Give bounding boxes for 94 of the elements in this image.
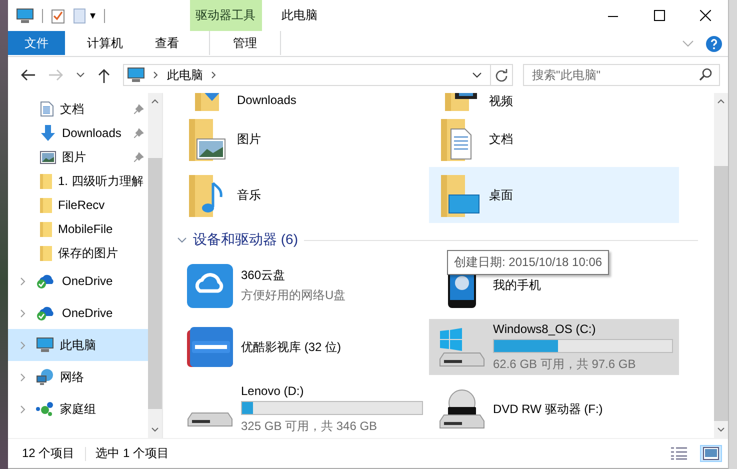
chevron-right-icon xyxy=(20,276,26,286)
app-item[interactable]: 优酷影视库 (32 位) xyxy=(177,319,429,375)
ribbon-tab[interactable]: 查看 xyxy=(137,31,197,55)
list-icon xyxy=(671,447,687,460)
large-icons-view-button[interactable] xyxy=(700,445,722,462)
maximize-icon xyxy=(654,10,664,21)
folder-icon xyxy=(40,197,52,213)
scrollbar[interactable] xyxy=(714,93,728,438)
file-menu-button[interactable]: 文件 xyxy=(8,31,65,55)
folder-item[interactable]: 图片 xyxy=(177,111,429,167)
folder-item[interactable]: 文档 xyxy=(429,111,679,167)
item-count: 12 个项目 xyxy=(22,445,75,462)
item-name: Windows8_OS (C:) xyxy=(493,322,597,336)
document-icon xyxy=(40,101,54,117)
drive-item[interactable]: Lenovo (D:) 325 GB 可用，共 346 GB xyxy=(177,381,429,437)
selection-count: 选中 1 个项目 xyxy=(96,445,170,462)
search-field[interactable]: 搜索"此电脑" xyxy=(523,64,720,86)
item-name: 我的手机 xyxy=(493,276,542,294)
checklist-icon[interactable] xyxy=(51,8,65,24)
hard-drive-icon xyxy=(186,411,234,427)
cloud-check-icon xyxy=(36,273,56,289)
item-name: 360云盘 xyxy=(241,266,286,284)
ribbon-tab[interactable]: 计算机 xyxy=(75,31,135,55)
tooltip: 创建日期: 2015/10/18 10:06 xyxy=(447,250,610,275)
chevron-up-icon xyxy=(717,99,725,104)
breadcrumb[interactable]: 此电脑 xyxy=(167,66,203,84)
navigation-item[interactable]: 保存的图片 xyxy=(8,241,148,265)
navigation-item[interactable]: 网络 xyxy=(8,361,148,393)
group-heading[interactable]: 设备和驱动器 (6) xyxy=(193,231,298,249)
cloud-check-icon xyxy=(36,305,56,321)
chevron-icon[interactable] xyxy=(472,72,482,78)
navigation-item[interactable]: 图片 xyxy=(8,145,148,169)
item-name: DVD RW 驱动器 (F:) xyxy=(493,400,604,418)
close-icon xyxy=(700,10,710,21)
download-arrow-icon xyxy=(40,125,56,141)
app-item[interactable]: 360云盘 方便好用的网络U盘 xyxy=(177,257,429,313)
search-icon xyxy=(699,68,712,81)
item-description: 方便好用的网络U盘 xyxy=(241,286,347,304)
free-space-text: 62.6 GB 可用，共 97.6 GB xyxy=(493,356,637,372)
navigation-item[interactable]: 1. 四级听力理解 xyxy=(8,169,148,193)
computer-icon xyxy=(127,67,145,83)
navigation-item[interactable]: Downloads xyxy=(8,121,148,145)
chevron-right-icon xyxy=(20,404,26,414)
chevron-down-icon xyxy=(717,427,725,432)
navigation-item[interactable]: 文档 xyxy=(8,97,148,121)
chevron-right-icon xyxy=(20,340,26,350)
back-arrow-icon[interactable] xyxy=(20,68,36,82)
item-name: 优酷影视库 (32 位) xyxy=(241,338,342,356)
scrollbar[interactable] xyxy=(148,93,162,438)
navigation-item[interactable]: OneDrive xyxy=(8,265,148,297)
navigation-item[interactable]: 此电脑 xyxy=(8,329,148,361)
folder-item[interactable]: 桌面 xyxy=(429,167,679,223)
folder-icon xyxy=(40,173,52,189)
picture-icon xyxy=(40,150,56,164)
computer-icon xyxy=(36,337,54,353)
app-folder-icon xyxy=(186,326,234,368)
navigation-item[interactable]: 家庭组 xyxy=(8,393,148,425)
folder-item[interactable]: 视频 xyxy=(429,93,679,111)
navigation-item[interactable]: FileRecv xyxy=(8,193,148,217)
chevron-up-icon xyxy=(151,99,159,104)
item-name: Lenovo (D:) xyxy=(241,384,305,398)
navigation-item[interactable]: MobileFile xyxy=(8,217,148,241)
folder-item[interactable]: 音乐 xyxy=(177,167,429,223)
window-title: 此电脑 xyxy=(282,7,318,24)
context-tab-header: 驱动器工具 xyxy=(190,0,262,31)
globe-computer-icon xyxy=(36,369,54,385)
folder-icon xyxy=(40,221,52,237)
picture-icon xyxy=(703,447,719,460)
folder-icon xyxy=(40,245,52,261)
chevron-right-icon[interactable] xyxy=(211,71,217,79)
chevron-down-icon xyxy=(151,427,159,432)
computer-icon[interactable] xyxy=(16,8,34,24)
customize-dropdown[interactable]: ▾ xyxy=(90,9,96,22)
chevron-right-icon xyxy=(20,308,26,318)
windows-drive-icon xyxy=(438,327,486,367)
film-folder-icon xyxy=(445,93,477,111)
chevron-icon[interactable] xyxy=(76,72,85,78)
up-arrow-icon[interactable] xyxy=(97,68,111,82)
free-space-text: 325 GB 可用，共 346 GB xyxy=(241,418,378,434)
details-view-button[interactable] xyxy=(668,445,690,462)
drive-item[interactable]: DVD RW 驱动器 (F:) xyxy=(429,381,679,437)
folder-item[interactable]: Downloads xyxy=(177,93,429,111)
address-field[interactable]: 此电脑 xyxy=(123,64,513,86)
help-icon[interactable] xyxy=(706,36,722,52)
chevron-down-icon[interactable] xyxy=(177,237,187,243)
people-icon xyxy=(36,402,54,416)
navigation-item[interactable]: OneDrive xyxy=(8,297,148,329)
chevron-right-icon xyxy=(20,372,26,382)
refresh-icon xyxy=(495,68,508,82)
dvd-drive-icon xyxy=(438,389,486,429)
chevron-right-icon xyxy=(153,71,159,79)
drive-item[interactable]: Windows8_OS (C:) 62.6 GB 可用，共 97.6 GB xyxy=(429,319,679,375)
cloud-icon xyxy=(186,261,234,309)
ribbon-tab[interactable]: 管理 xyxy=(209,31,281,55)
